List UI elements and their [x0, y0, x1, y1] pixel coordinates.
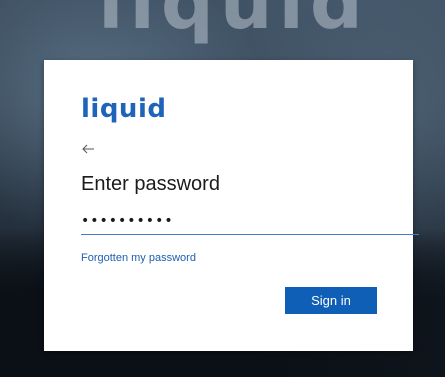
sign-in-card: liquid Enter password Forgotten my passw…	[44, 60, 419, 351]
background-logo: liquid	[98, 0, 369, 46]
page-title: Enter password	[81, 173, 220, 195]
arrow-left-icon[interactable]	[81, 141, 97, 157]
brand-logo: liquid	[81, 94, 167, 124]
forgot-password-link[interactable]: Forgotten my password	[81, 252, 196, 264]
password-field[interactable]	[81, 208, 419, 235]
sign-in-button[interactable]: Sign in	[285, 287, 377, 314]
